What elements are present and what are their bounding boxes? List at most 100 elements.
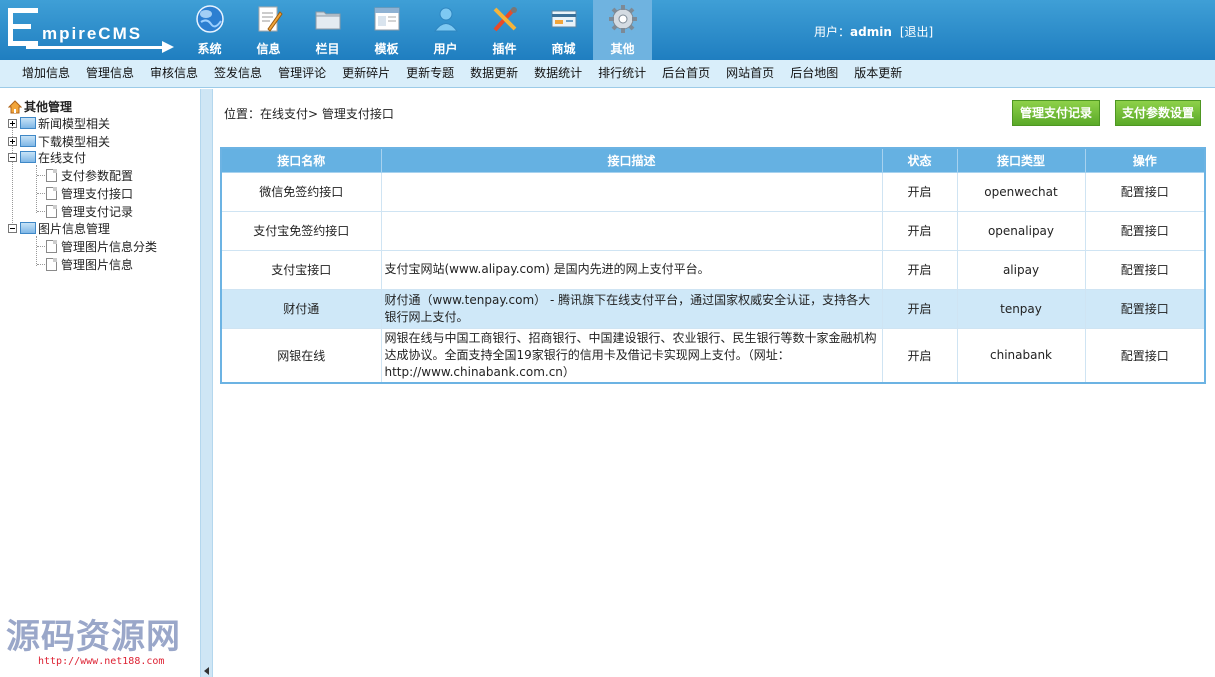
collapse-icon[interactable]: [8, 223, 17, 233]
tree-line: [37, 246, 45, 247]
collapse-arrow-icon[interactable]: [204, 667, 209, 675]
watermark: 源码资源网 http://www.net188.com: [6, 609, 181, 667]
configure-api-link[interactable]: 配置接口: [1084, 288, 1206, 329]
subnav-add-info[interactable]: 增加信息: [14, 60, 78, 88]
cell-type: openalipay: [956, 210, 1086, 251]
tree-line: [37, 264, 45, 265]
table-row: 网银在线 网银在线与中国工商银行、招商银行、中国建设银行、农业银行、民生银行等数…: [220, 327, 1206, 384]
tree-line: [37, 193, 45, 194]
tree-line: [37, 211, 45, 212]
tree-item-manage-pay-api[interactable]: 管理支付接口: [46, 184, 133, 202]
tree-group-label: 新闻模型相关: [38, 116, 111, 131]
document-icon: [46, 239, 57, 253]
tree-group-picture-info[interactable]: 图片信息管理: [8, 219, 110, 237]
tree-item-pay-params[interactable]: 支付参数配置: [46, 166, 133, 184]
tree-item-picture-categories[interactable]: 管理图片信息分类: [46, 237, 157, 255]
cell-type: alipay: [956, 249, 1086, 290]
tree-root[interactable]: 其他管理: [8, 98, 72, 115]
tree-group-news-model[interactable]: 新闻模型相关: [8, 114, 110, 132]
cell-name: 微信免签约接口: [220, 171, 382, 212]
tree-item-label: 管理支付记录: [61, 204, 134, 219]
window-icon: [374, 7, 400, 31]
document-icon: [46, 186, 57, 200]
column-header-name: 接口名称: [220, 147, 382, 173]
column-header-action: 操作: [1084, 147, 1206, 173]
breadcrumb: 位置：在线支付> 管理支付接口: [224, 107, 394, 121]
cell-description: 支付宝网站(www.alipay.com) 是国内先进的网上支付平台。: [380, 249, 883, 290]
tree-item-label: 管理图片信息: [61, 257, 134, 272]
main-content: 位置：在线支付> 管理支付接口 管理支付记录 支付参数设置 接口名称 接口描述 …: [214, 89, 1215, 677]
expand-icon[interactable]: [8, 118, 17, 128]
user-icon: [434, 7, 458, 32]
tree-line: [36, 165, 37, 213]
logo-letter-e: [8, 8, 38, 46]
cell-description: [380, 210, 883, 251]
subnav-review-info[interactable]: 审核信息: [142, 60, 206, 88]
watermark-title: 源码资源网: [6, 617, 181, 657]
topnav-template[interactable]: 模板: [357, 0, 416, 60]
topnav-system[interactable]: 系统: [180, 0, 239, 60]
pay-settings-button[interactable]: 支付参数设置: [1115, 100, 1201, 126]
tree-item-manage-pictures[interactable]: 管理图片信息: [46, 255, 133, 273]
subnav-admin-home[interactable]: 后台首页: [654, 60, 718, 88]
collapse-icon[interactable]: [8, 152, 17, 162]
subnav-version-update[interactable]: 版本更新: [846, 60, 910, 88]
configure-api-link[interactable]: 配置接口: [1084, 171, 1206, 212]
topnav-label: 商城: [551, 42, 576, 56]
tree-line: [36, 236, 37, 266]
sidebar-tree: 其他管理 新闻模型相关 下载模型相关 在线支付 支付参数配置 管理支付接口 管理…: [0, 89, 200, 677]
configure-api-link[interactable]: 配置接口: [1084, 210, 1206, 251]
sub-navigation: 增加信息 管理信息 审核信息 签发信息 管理评论 更新碎片 更新专题 数据更新 …: [0, 60, 1215, 88]
user-info: 用户：admin [退出]: [814, 23, 933, 40]
subnav-sign-info[interactable]: 签发信息: [206, 60, 270, 88]
manage-pay-records-button[interactable]: 管理支付记录: [1012, 100, 1100, 126]
tree-group-label: 下载模型相关: [38, 134, 111, 149]
subnav-update-fragments[interactable]: 更新碎片: [334, 60, 398, 88]
column-header-status: 状态: [881, 147, 958, 173]
configure-api-link[interactable]: 配置接口: [1084, 327, 1206, 384]
empirecms-logo[interactable]: mpireCMS: [8, 8, 178, 53]
topnav-plugin[interactable]: 插件: [475, 0, 534, 60]
topnav-column[interactable]: 栏目: [298, 0, 357, 60]
logo-text: mpireCMS: [42, 24, 143, 43]
folder-icon: [20, 117, 36, 129]
gear-icon: [609, 5, 637, 33]
subnav-manage-info[interactable]: 管理信息: [78, 60, 142, 88]
document-icon: [46, 204, 57, 218]
cell-description: 财付通（www.tenpay.com） - 腾讯旗下在线支付平台，通过国家权威安…: [380, 288, 883, 329]
tree-item-label: 管理图片信息分类: [61, 239, 158, 254]
subnav-rank-stats[interactable]: 排行统计: [590, 60, 654, 88]
cell-description: [380, 171, 883, 212]
column-header-type: 接口类型: [956, 147, 1086, 173]
subnav-manage-comments[interactable]: 管理评论: [270, 60, 334, 88]
topnav-shop[interactable]: 商城: [534, 0, 593, 60]
user-prefix: 用户：: [814, 25, 851, 39]
table-header-row: 接口名称 接口描述 状态 接口类型 操作: [220, 147, 1206, 173]
cell-type: chinabank: [956, 327, 1086, 384]
subnav-admin-map[interactable]: 后台地图: [782, 60, 846, 88]
topnav-info[interactable]: 信息: [239, 0, 298, 60]
payment-api-table: 接口名称 接口描述 状态 接口类型 操作 微信免签约接口 开启 openwech…: [220, 147, 1206, 384]
topnav-other[interactable]: 其他: [593, 0, 652, 60]
tree-item-manage-pay-records[interactable]: 管理支付记录: [46, 202, 133, 220]
topnav-user[interactable]: 用户: [416, 0, 475, 60]
tree-group-label: 图片信息管理: [38, 221, 111, 236]
sidebar-splitter[interactable]: [200, 89, 213, 677]
subnav-data-stats[interactable]: 数据统计: [526, 60, 590, 88]
configure-api-link[interactable]: 配置接口: [1084, 249, 1206, 290]
subnav-data-update[interactable]: 数据更新: [462, 60, 526, 88]
subnav-update-topics[interactable]: 更新专题: [398, 60, 462, 88]
logout-link[interactable]: [退出]: [900, 25, 933, 39]
cell-name: 财付通: [220, 288, 382, 329]
expand-icon[interactable]: [8, 136, 17, 146]
tree-item-label: 支付参数配置: [61, 168, 134, 183]
tree-group-online-pay[interactable]: 在线支付: [8, 148, 86, 166]
topnav-label: 用户: [433, 42, 458, 56]
table-row: 财付通 财付通（www.tenpay.com） - 腾讯旗下在线支付平台，通过国…: [220, 288, 1206, 329]
top-navigation: 系统 信息 栏目 模板 用户 插件 商城 其他: [180, 0, 652, 60]
document-icon: [46, 168, 57, 182]
column-header-description: 接口描述: [380, 147, 883, 173]
table-row: 微信免签约接口 开启 openwechat 配置接口: [220, 171, 1206, 212]
subnav-site-home[interactable]: 网站首页: [718, 60, 782, 88]
document-pen-icon: [258, 6, 283, 32]
